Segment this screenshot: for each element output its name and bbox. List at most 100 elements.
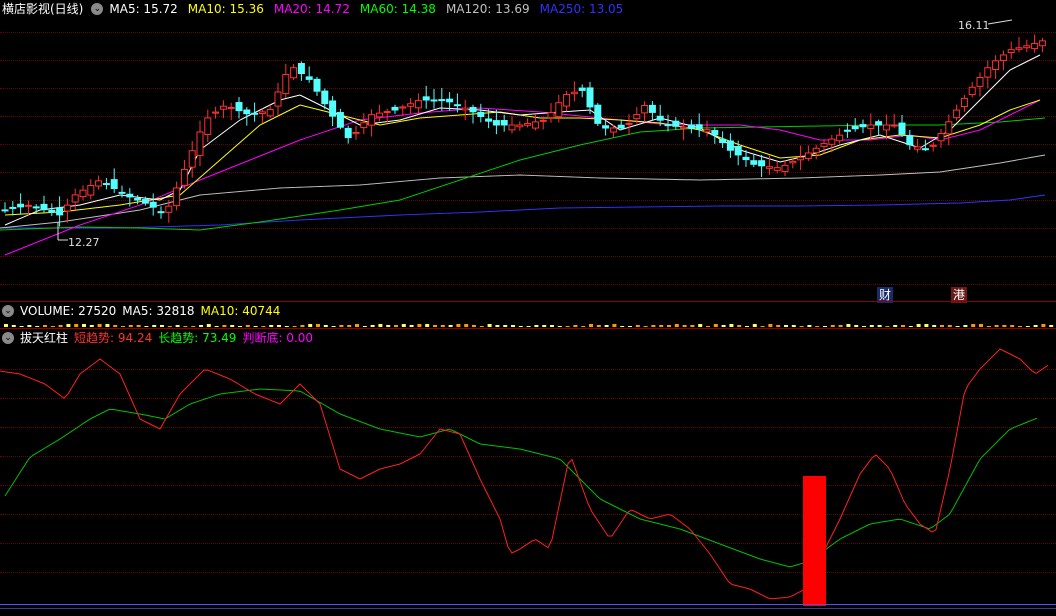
volume-bar (940, 325, 944, 327)
volume-bar (674, 324, 679, 327)
volume-bar (518, 326, 523, 327)
candle-body (24, 204, 32, 207)
volume-bar (152, 325, 157, 327)
volume-bar (183, 326, 188, 327)
candle-body (118, 191, 126, 194)
volume-bar (261, 326, 266, 327)
volume-bar (105, 324, 110, 327)
candle-body (352, 132, 360, 135)
candle-body (344, 127, 352, 139)
price-panel[interactable]: 横店影视(日线) ⌄ MA5: 15.72 MA10: 15.36 MA20: … (0, 0, 1056, 303)
candle-body (95, 180, 103, 187)
candle-body (578, 87, 586, 91)
candle-body (48, 209, 56, 213)
volume-bar (308, 324, 313, 327)
volume-bar (737, 325, 742, 327)
volume-bar (573, 325, 578, 327)
candle-body (1031, 42, 1039, 50)
volume-bar (160, 325, 164, 327)
candle-body (71, 194, 79, 203)
volume-bar (394, 325, 398, 327)
volume-bar (1018, 326, 1022, 327)
candle-body (102, 183, 110, 186)
volume-bar (846, 324, 851, 327)
volume-bar (175, 325, 180, 327)
volume-bar (581, 326, 586, 327)
candle-body (438, 99, 446, 102)
volume-bar (682, 325, 687, 327)
candle-body (313, 78, 321, 92)
candle-body (843, 129, 851, 132)
volume-bar (745, 326, 749, 327)
candle-body (17, 203, 25, 208)
candle-body (360, 122, 368, 129)
candle-body (968, 86, 976, 96)
candle-body (914, 146, 922, 150)
volume-bar (971, 324, 976, 327)
candle-body (687, 124, 695, 129)
candle-body (383, 111, 391, 114)
candle-body (992, 60, 1000, 70)
candle-body (290, 67, 298, 79)
candle-body (648, 104, 656, 113)
candle-body (274, 91, 282, 107)
candle-body (492, 120, 500, 126)
volume-bar (994, 325, 999, 327)
candle-body (500, 120, 508, 126)
short-trend-line (0, 348, 1049, 600)
volume-bar (526, 326, 531, 327)
candle-body (750, 160, 758, 165)
volume-panel[interactable]: ⌄ VOLUME: 27520 MA5: 32818 MA10: 40744 (0, 302, 1056, 328)
ma5-line (4, 54, 1041, 226)
candle-body (906, 135, 914, 146)
volume-bar (557, 326, 562, 327)
candle-body (555, 102, 563, 118)
volume-bar (713, 324, 718, 327)
candle-body (414, 100, 422, 109)
candle-body (243, 109, 251, 115)
indicator-panel[interactable]: ⌄ 拔天红柱 短趋势: 94.24 长趋势: 73.49 判断底: 0.00 (0, 329, 1056, 615)
volume-bar (199, 325, 203, 327)
volume-bar (589, 324, 593, 327)
candle-body (836, 134, 844, 142)
candle-body (180, 168, 188, 186)
candlestick-chart[interactable] (0, 0, 1056, 300)
candle-body (1038, 40, 1046, 47)
candle-body (953, 109, 961, 119)
candle-body (375, 112, 383, 118)
volume-bar (440, 325, 445, 327)
volume-bar (604, 325, 609, 327)
candle-body (188, 150, 196, 168)
volume-bar (331, 326, 336, 327)
volume-bar (323, 325, 328, 327)
candle-body (1007, 49, 1015, 54)
candle-body (531, 121, 539, 129)
candle-body (898, 122, 906, 135)
volume-bars (4, 324, 1054, 327)
volume-bar (901, 325, 905, 327)
volume-bar (433, 325, 437, 327)
candle-body (1023, 45, 1031, 49)
candle-body (804, 152, 812, 159)
volume-bar (89, 325, 94, 327)
candle-body (594, 104, 602, 124)
candle-body (204, 117, 212, 135)
candle-body (149, 201, 157, 208)
candle-body (173, 187, 181, 207)
candle-body (141, 199, 149, 204)
candle-body (235, 102, 243, 112)
volume-bar (245, 325, 250, 327)
volume-bar (752, 324, 757, 327)
indicator-chart[interactable] (0, 329, 1056, 615)
volume-bar (339, 325, 344, 327)
volume-bar (355, 324, 359, 327)
volume-bar (534, 325, 539, 327)
candle-body (336, 112, 344, 128)
candle-body (508, 124, 516, 131)
volume-bar (784, 325, 788, 327)
candle-body (765, 166, 773, 169)
candle-body (368, 114, 376, 126)
volume-bar (347, 325, 352, 327)
volume-bar (97, 324, 102, 327)
candle-body (999, 54, 1007, 61)
